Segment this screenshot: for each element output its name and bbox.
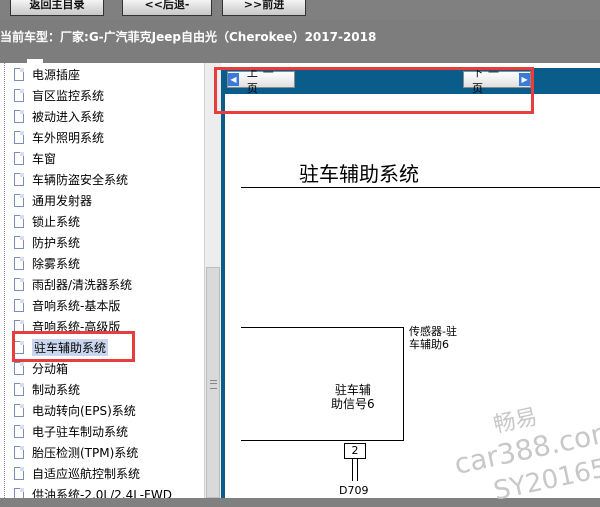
sensor-label: 传感器-驻 车辅助6: [409, 325, 457, 351]
tree-item[interactable]: 盲区监控系统: [14, 85, 104, 105]
pin-number: 2: [344, 443, 366, 459]
tree-item-label: 锁止系统: [32, 214, 81, 229]
vehicle-info-label: 当前车型：: [0, 30, 61, 44]
tree-item-label: 制动系统: [32, 382, 81, 397]
grip-icon: [210, 380, 217, 389]
document-icon: [14, 445, 24, 459]
document-icon: [14, 277, 24, 291]
document-icon: [14, 424, 24, 438]
tree-item-label: 音响系统-基本版: [32, 298, 121, 313]
tree-item[interactable]: 音响系统-基本版: [14, 295, 120, 315]
vehicle-info-value: 厂家:G-广汽菲克Jeep自由光（Cherokee）2017-2018: [60, 30, 377, 44]
tree-item-label: 雨刮器/清洗器系统: [32, 277, 133, 292]
tree-item-label: 车外照明系统: [32, 130, 105, 145]
document-icon: [14, 403, 24, 417]
tree-item[interactable]: 车窗: [14, 148, 56, 168]
tree-scrollbar[interactable]: [204, 63, 221, 498]
tree-item[interactable]: 供油系统-2.0L/2.4L-FWD: [14, 484, 172, 498]
previous-button[interactable]: <<后退-: [122, 0, 212, 16]
document-icon: [14, 298, 24, 312]
tree-item-label: 通用发射器: [32, 193, 93, 208]
tree-item-label: 分动箱: [32, 361, 69, 376]
tree-item[interactable]: 锁止系统: [14, 211, 80, 231]
tree-item-label: 电动转向(EPS)系统: [32, 403, 136, 418]
tree-item-label: 被动进入系统: [32, 109, 105, 124]
tree-item-label: 自适应巡航控制系统: [32, 466, 141, 481]
document-icon: [14, 235, 24, 249]
document-icon: [14, 193, 24, 207]
document-icon: [14, 88, 24, 102]
document-icon: [14, 130, 24, 144]
scrollbar-thumb[interactable]: [206, 267, 220, 498]
next-button[interactable]: >>前进: [222, 0, 306, 16]
document-icon: [14, 172, 24, 186]
document-icon: [14, 256, 24, 270]
tree-connector-line: [4, 63, 5, 498]
document-icon: [14, 361, 24, 375]
tree-item[interactable]: 被动进入系统: [14, 106, 104, 126]
tree-item-label: 车窗: [32, 151, 57, 166]
vehicle-info: 当前车型：厂家:G-广汽菲克Jeep自由光（Cherokee）2017-2018: [0, 28, 376, 45]
viewer-left-border: [221, 68, 225, 498]
back-to-home-button[interactable]: 返回主目录: [10, 0, 104, 16]
tree-item-label: 胎压检测(TPM)系统: [32, 445, 139, 460]
tree-item-label: 防护系统: [32, 235, 81, 250]
document-icon: [14, 382, 24, 396]
top-toolbar: 返回主目录 <<后退- >>前进: [0, 0, 600, 20]
tree-item-label: 供油系统-2.0L/2.4L-FWD: [32, 487, 173, 499]
highlight-selected-item: [12, 331, 135, 362]
document-icon: [14, 487, 24, 498]
document-icon: [14, 109, 24, 123]
highlight-page-nav: [214, 67, 534, 114]
tree-item-label: 电子驻车制动系统: [32, 424, 129, 439]
document-icon: [14, 466, 24, 480]
tree-item[interactable]: 雨刮器/清洗器系统: [14, 274, 132, 294]
document-icon: [14, 151, 24, 165]
title-divider: [241, 187, 600, 188]
tree-item[interactable]: 胎压检测(TPM)系统: [14, 442, 138, 462]
document-icon: [14, 214, 24, 228]
vehicle-info-bar: 当前车型：厂家:G-广汽菲克Jeep自由光（Cherokee）2017-2018: [0, 20, 600, 75]
tree-item-label: 车辆防盗安全系统: [32, 172, 129, 187]
connector-label: D709: [339, 484, 369, 497]
tree-item[interactable]: 车外照明系统: [14, 127, 104, 147]
tree-item[interactable]: 电子驻车制动系统: [14, 421, 128, 441]
tree-item[interactable]: 电动转向(EPS)系统: [14, 400, 136, 420]
document-icon: [14, 67, 24, 81]
parking-assist-module: 驻车辅 助信号6: [241, 327, 404, 441]
tree-panel: 电源插座盲区监控系统 被动进入系统 车外照明系统 车窗车辆防盗安全系统 通用发射器锁止系…: [0, 63, 204, 498]
diagram-title: 驻车辅助系统: [299, 162, 419, 186]
tree-item[interactable]: 自适应巡航控制系统: [14, 463, 140, 483]
tree-item[interactable]: 防护系统: [14, 232, 80, 252]
diagram-viewer: ◀ 上一页 下一页 ▶ 驻车辅助系统 驻车辅 助信号6 传感器-驻 车辅助6 2…: [221, 63, 600, 507]
tree-item[interactable]: 电源插座: [14, 64, 80, 84]
tree-item-label: 电源插座: [32, 67, 81, 82]
tree-item-label: 盲区监控系统: [32, 88, 105, 103]
tree-item-label: 除雾系统: [32, 256, 81, 271]
wire: [357, 459, 358, 481]
tree-item[interactable]: 通用发射器: [14, 190, 92, 210]
component-label: 驻车辅 助信号6: [331, 383, 375, 411]
wire: [352, 459, 353, 481]
tree-item[interactable]: 制动系统: [14, 379, 80, 399]
tree-item[interactable]: 车辆防盗安全系统: [14, 169, 128, 189]
tree-item[interactable]: 除雾系统: [14, 253, 80, 273]
